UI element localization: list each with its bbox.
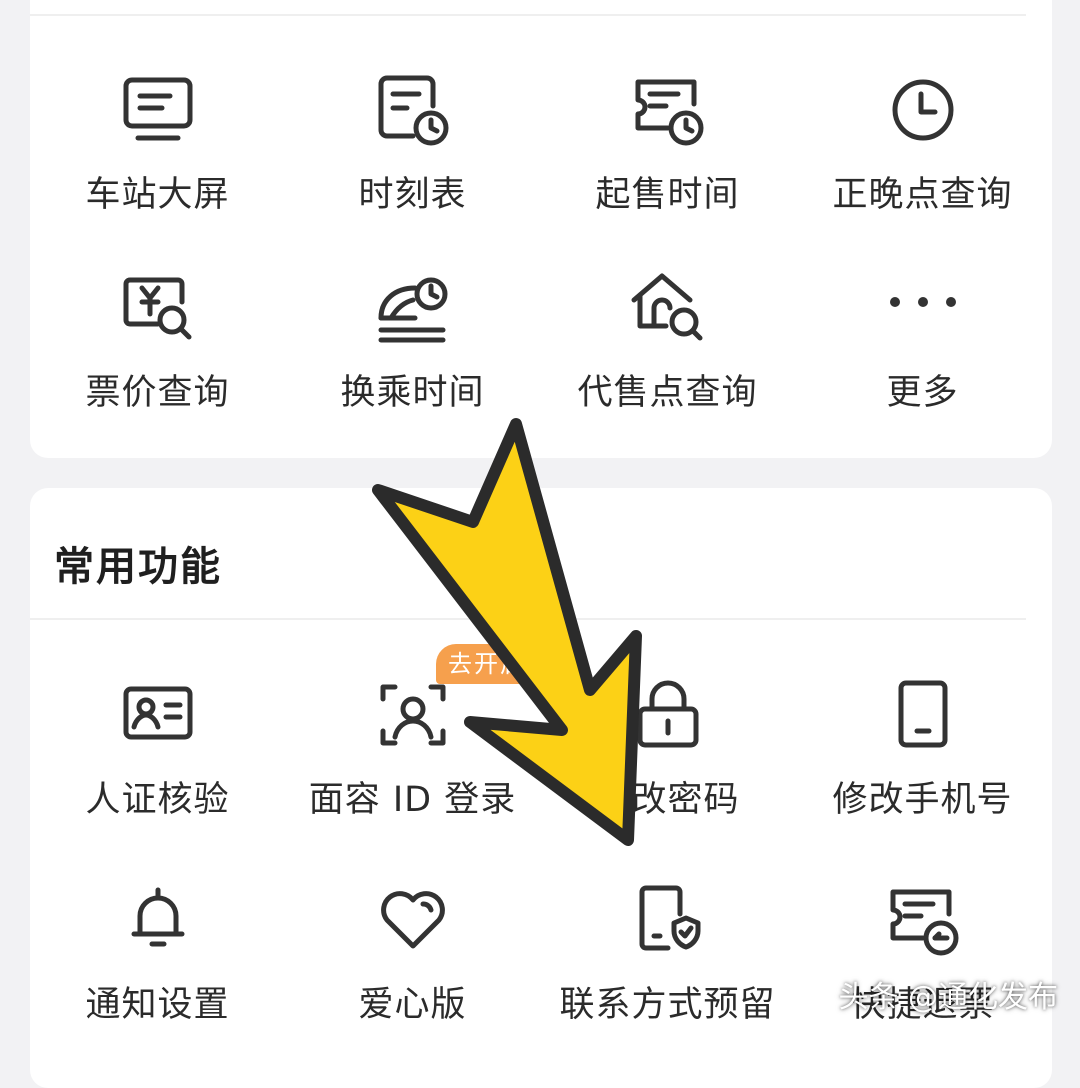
yuan-search-icon bbox=[118, 268, 198, 348]
bell-icon bbox=[118, 880, 198, 960]
grid-item-label: 正晚点查询 bbox=[832, 175, 1013, 215]
house-search-icon bbox=[628, 268, 708, 348]
grid-item-label: 起售时间 bbox=[595, 175, 740, 215]
grid-item-label: 联系方式预留 bbox=[559, 985, 776, 1025]
id-card-icon bbox=[118, 675, 198, 755]
divider bbox=[30, 618, 1026, 620]
grid-item-label: 修改手机号 bbox=[832, 780, 1013, 820]
ticket-return-icon bbox=[883, 880, 963, 960]
section-title: 常用功能 bbox=[54, 544, 222, 590]
train-clock-icon bbox=[373, 268, 453, 348]
divider bbox=[30, 14, 1026, 16]
grid-item-label: 车站大屏 bbox=[85, 175, 230, 215]
grid-item-label: 人证核验 bbox=[85, 780, 230, 820]
grid-item-station-screen[interactable]: 车站大屏 bbox=[30, 70, 285, 250]
ticket-clock-icon bbox=[628, 70, 708, 150]
grid-item-transfer-time[interactable]: 换乘时间 bbox=[285, 268, 540, 448]
grid-item-label: 面容 ID 登录 bbox=[308, 780, 517, 820]
lock-icon bbox=[628, 675, 708, 755]
grid-item-label: 爱心版 bbox=[358, 985, 467, 1025]
enable-badge[interactable]: 去开启 bbox=[436, 644, 540, 684]
grid-item-label: 通知设置 bbox=[85, 985, 230, 1025]
heart-icon bbox=[373, 880, 453, 960]
grid-item-label: 修改密码 bbox=[595, 780, 740, 820]
timetable-clock-icon bbox=[373, 70, 453, 150]
grid-item-label: 代售点查询 bbox=[577, 373, 758, 413]
monitor-icon bbox=[118, 70, 198, 150]
grid-item-delay-query[interactable]: 正晚点查询 bbox=[795, 70, 1050, 250]
grid-item-quick-refund[interactable]: 快捷退票 bbox=[795, 880, 1050, 1060]
face-id-icon bbox=[373, 675, 453, 755]
phone-icon bbox=[883, 675, 963, 755]
grid-item-change-password[interactable]: 修改密码 bbox=[540, 675, 795, 855]
grid-item-sale-time[interactable]: 起售时间 bbox=[540, 70, 795, 250]
watermark: 头条 @通化发布 bbox=[838, 980, 1058, 1015]
grid-item-timetable[interactable]: 时刻表 bbox=[285, 70, 540, 250]
grid-item-face-id-login[interactable]: 面容 ID 登录 bbox=[285, 675, 540, 855]
grid-item-label: 更多 bbox=[886, 373, 959, 413]
phone-shield-icon bbox=[628, 880, 708, 960]
grid-item-contact-reserve[interactable]: 联系方式预留 bbox=[540, 880, 795, 1060]
grid-item-label: 票价查询 bbox=[85, 373, 230, 413]
grid-item-care-mode[interactable]: 爱心版 bbox=[285, 880, 540, 1060]
clock-icon bbox=[883, 70, 963, 150]
more-dots-icon bbox=[883, 268, 963, 348]
grid-item-fare-query[interactable]: 票价查询 bbox=[30, 268, 285, 448]
grid-item-identity-verify[interactable]: 人证核验 bbox=[30, 675, 285, 855]
grid-item-notification-settings[interactable]: 通知设置 bbox=[30, 880, 285, 1060]
grid-item-label: 换乘时间 bbox=[340, 373, 485, 413]
grid-item-more[interactable]: 更多 bbox=[795, 268, 1050, 448]
grid-item-agency-query[interactable]: 代售点查询 bbox=[540, 268, 795, 448]
grid-item-change-phone[interactable]: 修改手机号 bbox=[795, 675, 1050, 855]
grid-item-label: 时刻表 bbox=[358, 175, 467, 215]
